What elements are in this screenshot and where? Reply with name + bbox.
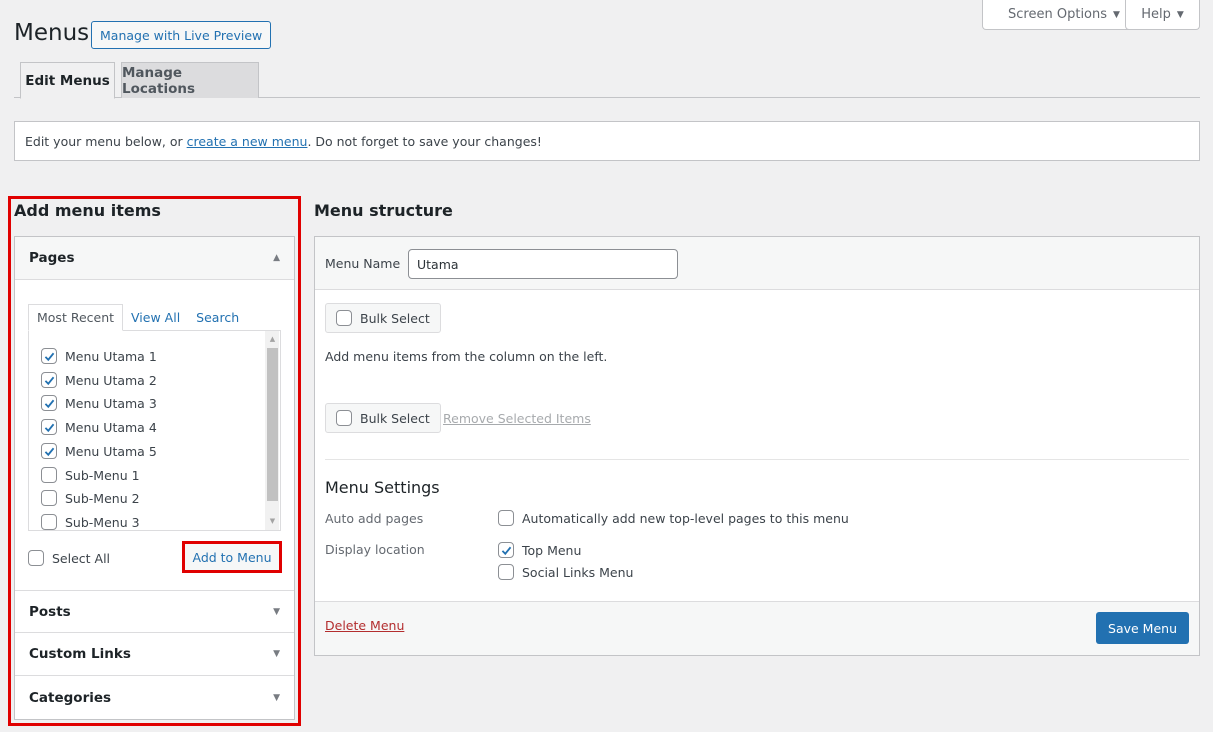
location-top-menu-checkbox[interactable]: Top Menu	[498, 542, 581, 558]
menu-name-label: Menu Name	[325, 256, 401, 271]
notice-bar: Edit your menu below, or create a new me…	[14, 121, 1200, 161]
screen-options-label: Screen Options	[1008, 7, 1108, 22]
location-social-links-checkbox[interactable]: Social Links Menu	[498, 564, 633, 580]
checkbox-unchecked[interactable]	[336, 410, 352, 426]
auto-add-pages-label: Auto add pages	[325, 511, 424, 526]
menu-structure-footer: Delete Menu Save Menu	[315, 601, 1199, 655]
menu-settings-title: Menu Settings	[325, 478, 440, 497]
menu-structure-title: Menu structure	[314, 201, 453, 220]
auto-add-pages-checkbox[interactable]: Automatically add new top-level pages to…	[498, 510, 849, 526]
checkbox-unchecked[interactable]	[498, 564, 514, 580]
bulk-select-label: Bulk Select	[360, 310, 430, 326]
page-title: Menus	[14, 20, 90, 46]
menu-instructions: Add menu items from the column on the le…	[325, 349, 608, 364]
settings-divider	[325, 459, 1189, 460]
help-label: Help	[1141, 7, 1171, 22]
menu-name-input[interactable]	[408, 249, 678, 279]
caret-down-icon: ▼	[1176, 9, 1184, 20]
caret-down-icon: ▼	[1113, 9, 1120, 20]
location-label: Top Menu	[522, 542, 582, 558]
tab-most-recent[interactable]: Most Recent	[28, 304, 124, 331]
tab-manage-locations[interactable]: Manage Locations	[121, 62, 259, 98]
remove-selected-items-link[interactable]: Remove Selected Items	[443, 411, 591, 426]
bulk-select-button-bottom[interactable]: Bulk Select	[325, 403, 441, 433]
checkmark-icon	[501, 546, 511, 555]
delete-menu-link[interactable]: Delete Menu	[325, 618, 404, 633]
checkbox-unchecked[interactable]	[336, 310, 352, 326]
screen-options-button[interactable]: Screen Options ▼	[982, 0, 1146, 30]
help-button[interactable]: Help ▼	[1125, 0, 1200, 30]
create-new-menu-link[interactable]: create a new menu	[187, 134, 308, 149]
auto-add-pages-option: Automatically add new top-level pages to…	[522, 510, 849, 526]
checkbox-checked[interactable]	[498, 542, 514, 558]
checkbox-unchecked[interactable]	[498, 510, 514, 526]
add-menu-items-highlight	[8, 196, 301, 726]
menu-structure-header: Menu Name	[315, 237, 1199, 290]
bulk-select-button-top[interactable]: Bulk Select	[325, 303, 441, 333]
location-label: Social Links Menu	[522, 564, 634, 580]
tab-edit-menus[interactable]: Edit Menus	[20, 62, 115, 99]
notice-prefix: Edit your menu below, or	[25, 133, 187, 149]
bulk-select-label: Bulk Select	[360, 410, 430, 426]
display-location-label: Display location	[325, 542, 425, 557]
manage-live-preview-button[interactable]: Manage with Live Preview	[91, 21, 272, 49]
notice-suffix: . Do not forget to save your changes!	[307, 133, 542, 149]
menu-structure-panel: Menu Name Bulk Select Add menu items fro…	[314, 236, 1200, 656]
save-menu-button[interactable]: Save Menu	[1096, 612, 1189, 644]
